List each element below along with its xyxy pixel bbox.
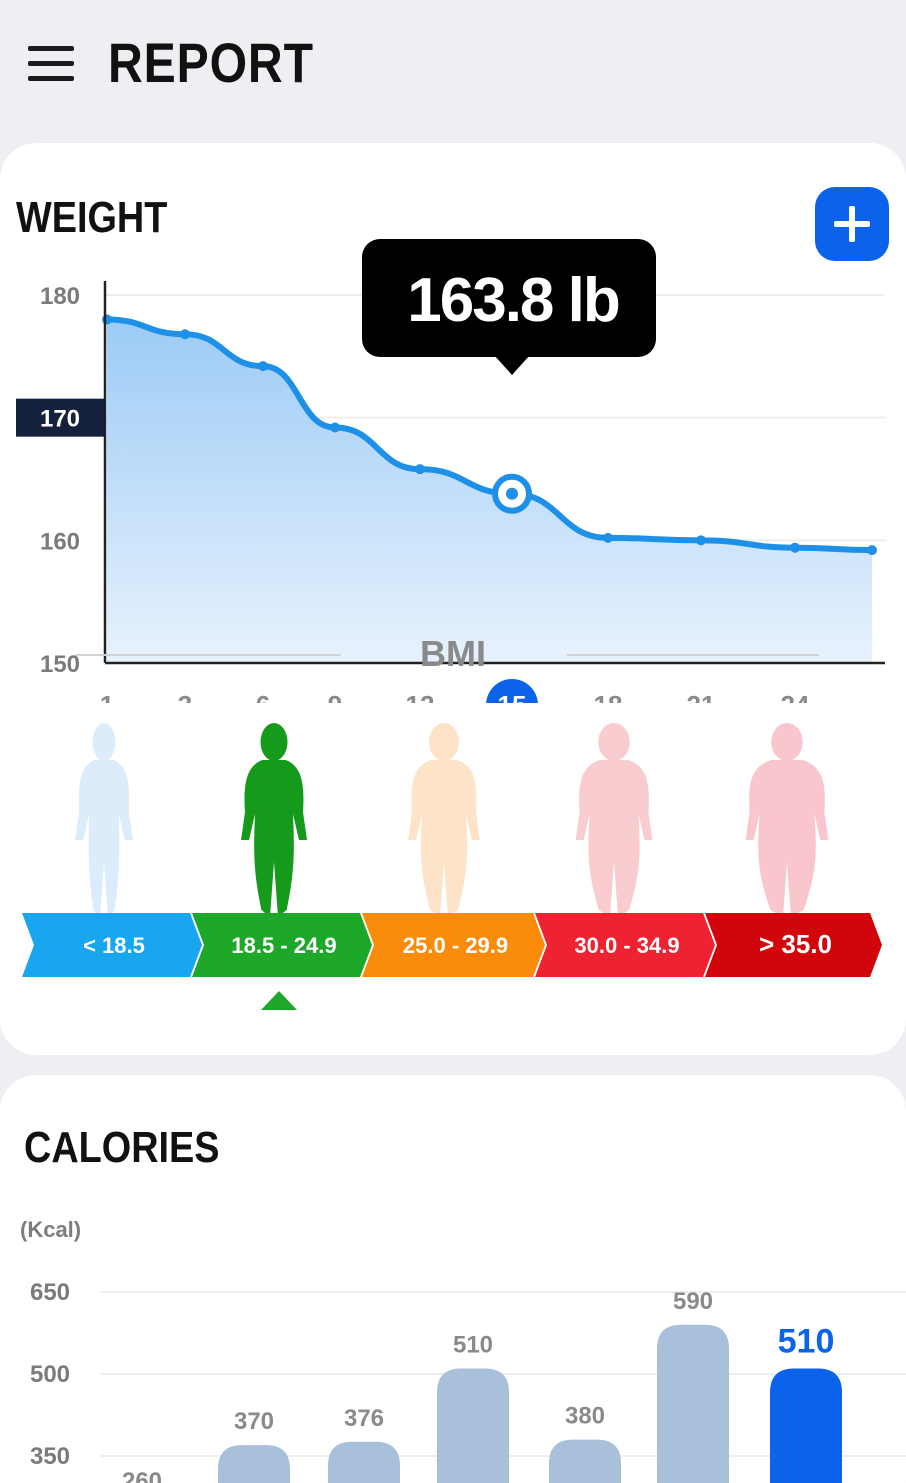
bmi-segment-label: 30.0 - 34.9 [574,933,679,958]
data-point[interactable] [258,361,268,372]
calorie-bar[interactable]: 590 [657,1288,729,1483]
data-point[interactable] [330,422,340,433]
bmi-selected-indicator [261,991,297,1010]
app-header: REPORT [0,0,906,140]
y-tick-label: 350 [30,1443,70,1470]
x-tick-label[interactable]: 9 [328,690,342,703]
bar-value-label: 510 [453,1332,493,1359]
bmi-scale: < 18.5 18.5 - 24.9 25.0 - 29.9 30.0 - 34.9 >… [22,723,882,1010]
bmi-segment[interactable]: > 35.0 [705,913,882,977]
calorie-bar[interactable]: 510 [770,1323,842,1483]
page-title: REPORT [108,31,314,94]
bar-value-label: 510 [778,1323,835,1361]
selected-point-center [506,487,518,500]
x-tick-label[interactable]: 12 [406,690,435,703]
bmi-segment-label: > 35.0 [759,929,832,959]
bar-value-label: 590 [673,1288,713,1315]
bar-value-label: 380 [565,1403,605,1430]
obese-figure-icon [575,723,653,917]
weight-card: WEIGHT 180170160150 13691215182124 163.8… [0,143,906,1055]
x-tick-label[interactable]: 24 [781,690,810,703]
divider-right [567,654,819,656]
x-tick-label[interactable]: 18 [594,690,623,703]
x-tick-label[interactable]: 1 [100,690,114,703]
data-point[interactable] [415,464,425,475]
hamburger-menu-icon[interactable] [28,42,76,82]
calorie-bar[interactable]: 370 [218,1408,290,1483]
tooltip-pointer [494,355,530,375]
bmi-segment[interactable]: 25.0 - 29.9 [362,913,545,977]
calories-chart: 650 500 350 260 370 376 510 380 590 510 [30,1279,906,1483]
bar-value-label: 260 [122,1468,162,1483]
data-point[interactable] [867,545,877,556]
data-point[interactable] [790,542,800,553]
y-tick-label: 650 [30,1279,70,1306]
bmi-segment-label: < 18.5 [83,933,145,958]
calorie-bar[interactable]: 510 [437,1332,509,1483]
extremely-obese-figure-icon [745,723,829,917]
bmi-segment[interactable]: 30.0 - 34.9 [535,913,715,977]
bmi-segment-label: 25.0 - 29.9 [403,933,508,958]
weight-tooltip: 163.8 lb [362,239,656,375]
normal-figure-icon [241,723,307,917]
data-point[interactable] [696,535,706,546]
calories-card: CALORIES (Kcal) 650 500 350 260 370 376 510 380… [0,1075,906,1483]
calorie-bar[interactable]: 260 [106,1468,178,1483]
y-tick-label: 180 [40,283,80,310]
calorie-bar[interactable]: 380 [549,1403,621,1483]
bar-value-label: 376 [344,1405,384,1432]
calories-unit-label: (Kcal) [20,1217,82,1242]
tooltip-value: 163.8 lb [407,266,619,335]
underweight-figure-icon [75,723,133,917]
y-tick-label: 500 [30,1361,70,1388]
y-tick-label: 170 [40,406,80,433]
bar-value-label: 370 [234,1408,274,1435]
bmi-segment[interactable]: 18.5 - 24.9 [192,913,372,977]
data-point[interactable] [603,532,613,543]
x-tick-label[interactable]: 6 [256,690,270,703]
x-tick-label[interactable]: 21 [687,690,716,703]
x-tick-label[interactable]: 3 [178,690,192,703]
calories-section-title: CALORIES [24,1123,220,1172]
data-point[interactable] [180,329,190,340]
calorie-bar[interactable]: 376 [328,1405,400,1483]
x-tick-label: 15 [498,690,527,703]
y-tick-label: 160 [40,528,80,555]
overweight-figure-icon [408,723,480,917]
data-point[interactable] [102,314,112,325]
bmi-segment-label: 18.5 - 24.9 [231,933,336,958]
bmi-segment[interactable]: < 18.5 [22,913,202,977]
